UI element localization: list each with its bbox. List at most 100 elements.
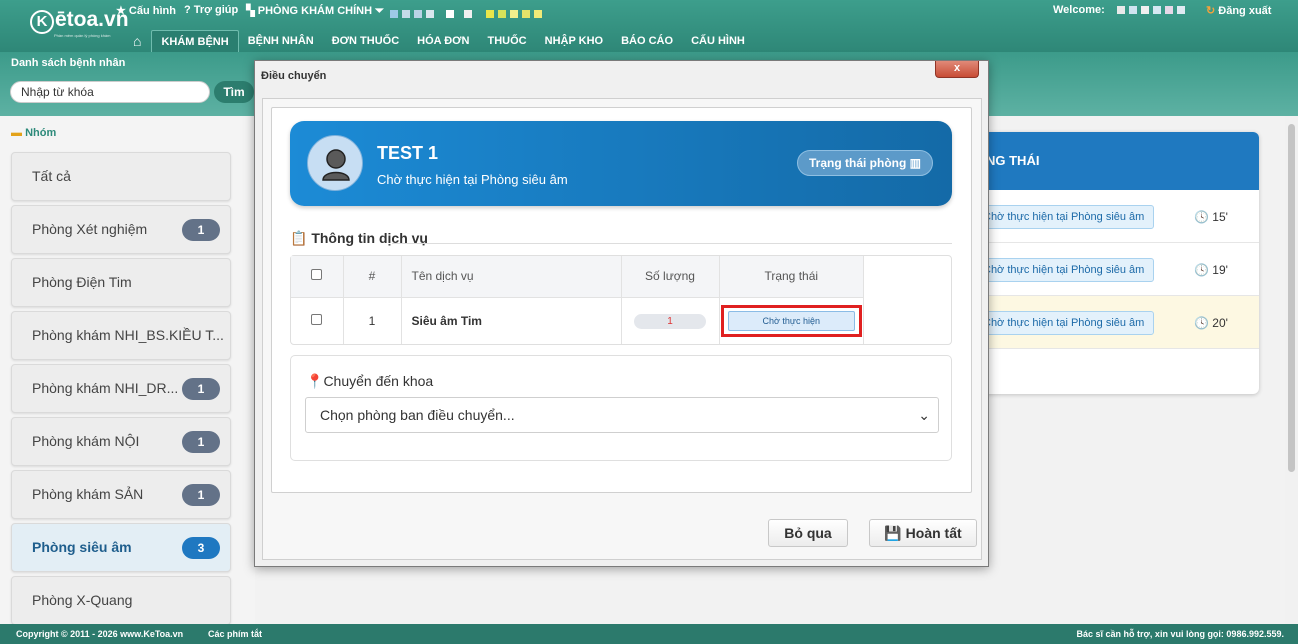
patient-status: Chờ thực hiện tại Phòng siêu âm xyxy=(377,172,568,187)
department-select[interactable]: Chọn phòng ban điều chuyển... ⌄ xyxy=(305,397,939,433)
save-icon: 💾 xyxy=(884,525,902,541)
count-badge: 1 xyxy=(182,484,220,506)
search-input[interactable] xyxy=(10,81,210,103)
sidebar-item[interactable]: Phòng Điện Tim xyxy=(11,258,231,307)
logout-icon: ↻ xyxy=(1206,5,1216,17)
logout-link[interactable]: ↻ Đăng xuất xyxy=(1206,4,1271,17)
status-badge[interactable]: Chờ thực hiện xyxy=(727,310,855,331)
home-icon[interactable]: ⌂ xyxy=(123,30,151,52)
patient-header-card: TEST 1 Chờ thực hiện tại Phòng siêu âm T… xyxy=(290,121,952,206)
count-badge: 3 xyxy=(182,537,220,559)
sidebar-item[interactable]: Phòng siêu âm 3 xyxy=(11,523,231,572)
queue-status-badge: Chờ thực hiện tại Phòng siêu âm xyxy=(960,258,1155,282)
dialog-body: TEST 1 Chờ thực hiện tại Phòng siêu âm T… xyxy=(262,98,982,560)
chart-icon: ▥ xyxy=(909,156,922,170)
footer: Copyright © 2011 - 2026 www.KeToa.vn Các… xyxy=(0,624,1298,644)
select-all-checkbox[interactable] xyxy=(311,269,323,281)
help-link[interactable]: ? Trợ giúp xyxy=(184,4,238,18)
top-header: Kētoa.vn Phần mềm quản lý phòng khám ★ Cấ… xyxy=(0,0,1298,52)
clock-icon: 🕓 xyxy=(1194,210,1209,224)
redacted-username xyxy=(1117,6,1185,14)
patient-name: TEST 1 xyxy=(377,143,439,163)
queue-row[interactable]: Chờ thực hiện tại Phòng siêu âm 🕓 15' xyxy=(960,190,1259,243)
section-divider xyxy=(392,243,952,244)
col-index: # xyxy=(343,256,402,298)
sidebar-item[interactable]: Phòng khám NỘI 1 xyxy=(11,417,231,466)
sidebar-item[interactable]: Phòng khám SẢN 1 xyxy=(11,470,231,519)
scrollbar-thumb[interactable] xyxy=(1288,124,1295,472)
transfer-label: 📍Chuyển đến khoa xyxy=(306,373,434,389)
count-badge: 1 xyxy=(182,431,220,453)
nav-cau-hinh[interactable]: CẤU HÌNH xyxy=(682,30,754,52)
row-select-cell xyxy=(291,297,344,344)
col-service-name: Tên dịch vụ xyxy=(401,256,622,298)
main-nav: ⌂ KHÁM BỆNH BỆNH NHÂN ĐƠN THUỐC HÓA ĐƠN … xyxy=(0,30,1298,52)
top-links: ★ Cấu hình ? Trợ giúp ▚ PHÒNG KHÁM CHÍNH… xyxy=(116,4,384,18)
group-sidebar: ▬ Nhóm Tất cả Phòng Xét nghiệm 1 Phòng Điện… xyxy=(0,116,255,625)
queue-panel: NG THÁI Chờ thực hiện tại Phòng siêu âm … xyxy=(960,132,1259,394)
chevron-down-icon: ⌄ xyxy=(918,407,930,423)
clinic-select[interactable]: ▚ PHÒNG KHÁM CHÍNH ⏷ xyxy=(246,4,384,18)
nav-thuoc[interactable]: THUỐC xyxy=(479,30,536,52)
sidebar-item-label: Phòng siêu âm xyxy=(32,539,132,555)
count-badge: 1 xyxy=(182,219,220,241)
nav-benh-nhan[interactable]: BỆNH NHÂN xyxy=(239,30,323,52)
col-status: Trạng thái xyxy=(719,256,864,298)
row-checkbox[interactable] xyxy=(311,313,323,325)
room-status-button[interactable]: Trạng thái phòng ▥ xyxy=(797,150,934,176)
transfer-section: 📍Chuyển đến khoa Chọn phòng ban điều chu… xyxy=(290,355,952,461)
status-highlight-box: Chờ thực hiện xyxy=(720,304,862,337)
sidebar-item-label: Phòng khám NHI_BS.KIỀU T... xyxy=(32,327,224,343)
nav-bao-cao[interactable]: BÁO CÁO xyxy=(612,30,682,52)
col-quantity: Số lượng xyxy=(621,256,720,298)
queue-header: NG THÁI xyxy=(960,132,1259,190)
patient-list-title: Danh sách bệnh nhân xyxy=(11,57,126,69)
quantity-value: 1 xyxy=(634,313,706,329)
page-scrollbar[interactable] xyxy=(1285,116,1298,624)
close-button[interactable]: x xyxy=(935,61,979,78)
queue-row[interactable]: Chờ thực hiện tại Phòng siêu âm 🕓 19' xyxy=(960,243,1259,296)
sidebar-item[interactable]: Phòng khám NHI_DR... 1 xyxy=(11,364,231,413)
clipboard-icon: 📋 xyxy=(290,230,308,246)
nav-don-thuoc[interactable]: ĐƠN THUỐC xyxy=(323,30,408,52)
queue-status-badge: Chờ thực hiện tại Phòng siêu âm xyxy=(960,205,1155,229)
queue-wait-time: 🕓 15' xyxy=(1194,210,1228,224)
cancel-button[interactable]: Bỏ qua xyxy=(768,519,848,547)
sidebar-item-label: Phòng khám NỘI xyxy=(32,433,140,449)
queue-status-badge: Chờ thực hiện tại Phòng siêu âm xyxy=(960,311,1155,335)
shortcuts-link[interactable]: Các phím tắt xyxy=(208,624,262,644)
clock-icon: 🕓 xyxy=(1194,263,1209,277)
group-title: ▬ Nhóm xyxy=(11,127,57,139)
config-link[interactable]: ★ Cấu hình xyxy=(116,4,176,18)
nav-nhap-kho[interactable]: NHẬP KHO xyxy=(536,30,612,52)
sidebar-item[interactable]: Phòng Xét nghiệm 1 xyxy=(11,205,231,254)
dialog-content: TEST 1 Chờ thực hiện tại Phòng siêu âm T… xyxy=(271,107,972,493)
sidebar-item[interactable]: Phòng X-Quang xyxy=(11,576,231,625)
redacted-text xyxy=(390,10,434,18)
avatar xyxy=(307,135,363,191)
transfer-dialog: Điều chuyển x TEST 1 Chờ thực hiện tại P… xyxy=(254,60,989,567)
table-row[interactable]: 1 Siêu âm Tim 1 Chờ thực hiện xyxy=(291,297,864,344)
service-table-wrap: # Tên dịch vụ Số lượng Trạng thái 1 Siêu… xyxy=(290,255,952,345)
sidebar-item-label: Phòng khám SẢN xyxy=(32,486,144,502)
redacted-text xyxy=(486,10,542,18)
nav-hoa-don[interactable]: HÓA ĐƠN xyxy=(408,30,478,52)
row-index: 1 xyxy=(343,297,402,344)
redacted-text xyxy=(446,10,472,18)
group-list: Tất cả Phòng Xét nghiệm 1 Phòng Điện Tim Phò… xyxy=(11,152,231,629)
done-button[interactable]: 💾 Hoàn tất xyxy=(869,519,977,547)
queue-wait-time: 🕓 19' xyxy=(1194,263,1228,277)
nav-kham-benh[interactable]: KHÁM BỆNH xyxy=(151,30,239,52)
queue-row[interactable]: Chờ thực hiện tại Phòng siêu âm 🕓 20' xyxy=(960,296,1259,349)
sidebar-item-label: Phòng Điện Tim xyxy=(32,274,132,290)
sidebar-item[interactable]: Phòng khám NHI_BS.KIỀU T... xyxy=(11,311,231,360)
service-section-title: 📋 Thông tin dịch vụ xyxy=(290,230,428,246)
count-badge: 1 xyxy=(182,378,220,400)
sidebar-item[interactable]: Tất cả xyxy=(11,152,231,201)
sidebar-item-label: Phòng X-Quang xyxy=(32,592,133,608)
sidebar-item-label: Tất cả xyxy=(32,168,71,184)
welcome-text: Welcome: xyxy=(1053,4,1105,16)
service-name: Siêu âm Tim xyxy=(401,297,622,344)
clock-icon: 🕓 xyxy=(1194,316,1209,330)
search-button[interactable]: Tìm xyxy=(214,81,254,103)
